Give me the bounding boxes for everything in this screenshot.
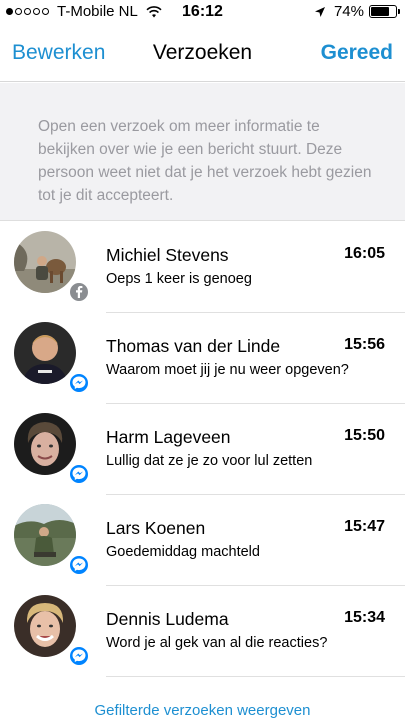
message-preview: Goedemiddag machteld: [106, 544, 260, 560]
filtered-requests-link[interactable]: Gefilterde verzoeken weergeven: [0, 702, 405, 719]
wifi-icon: [146, 5, 162, 17]
messenger-icon: [68, 372, 90, 394]
status-right: 74%: [314, 3, 400, 20]
message-time: 15:50: [344, 427, 385, 444]
request-row[interactable]: Harm Lageveen 15:50 Lullig dat ze je zo …: [0, 404, 405, 495]
avatar: [14, 322, 76, 384]
request-row[interactable]: Thomas van der Linde 15:56 Waarom moet j…: [0, 313, 405, 404]
request-row[interactable]: Dennis Ludema 15:34 Word je al gek van a…: [0, 586, 405, 677]
avatar: [14, 413, 76, 475]
message-preview: Waarom moet jij je nu weer opgeven?: [106, 362, 349, 378]
messenger-icon: [68, 645, 90, 667]
request-row[interactable]: Lars Koenen 15:47 Goedemiddag machteld: [0, 495, 405, 586]
battery-icon: [369, 5, 400, 18]
message-time: 15:47: [344, 518, 385, 535]
location-arrow-icon: [314, 6, 325, 17]
contact-name: Harm Lageveen: [106, 427, 231, 447]
message-preview: Word je al gek van al die reacties?: [106, 635, 328, 651]
carrier-name: T-Mobile NL: [57, 3, 138, 20]
status-bar: T-Mobile NL 16:12 74%: [0, 0, 405, 26]
message-time: 15:56: [344, 336, 385, 353]
message-time: 15:34: [344, 609, 385, 626]
info-text: Open een verzoek om meer informatie te b…: [38, 118, 372, 204]
edit-button[interactable]: Bewerken: [12, 41, 105, 65]
facebook-icon: [68, 281, 90, 303]
done-button[interactable]: Gereed: [321, 41, 393, 65]
messenger-icon: [68, 554, 90, 576]
message-preview: Oeps 1 keer is genoeg: [106, 271, 252, 287]
battery-percentage: 74%: [333, 3, 364, 20]
contact-name: Dennis Ludema: [106, 609, 229, 629]
message-preview: Lullig dat ze je zo voor lul zetten: [106, 453, 313, 469]
contact-name: Lars Koenen: [106, 518, 206, 538]
status-left: T-Mobile NL: [6, 3, 162, 20]
avatar: [14, 595, 76, 657]
contact-name: Thomas van der Linde: [106, 336, 281, 356]
info-banner: Open een verzoek om meer informatie te b…: [0, 83, 405, 221]
contact-name: Michiel Stevens: [106, 245, 229, 265]
avatar: [14, 504, 76, 566]
request-row[interactable]: Michiel Stevens 16:05 Oeps 1 keer is gen…: [0, 222, 405, 313]
nav-bar: Bewerken Verzoeken Gereed: [0, 26, 405, 82]
avatar: [14, 231, 76, 293]
message-time: 16:05: [344, 245, 385, 262]
signal-strength-icon: [6, 8, 51, 15]
messenger-icon: [68, 463, 90, 485]
request-list: Michiel Stevens 16:05 Oeps 1 keer is gen…: [0, 222, 405, 677]
